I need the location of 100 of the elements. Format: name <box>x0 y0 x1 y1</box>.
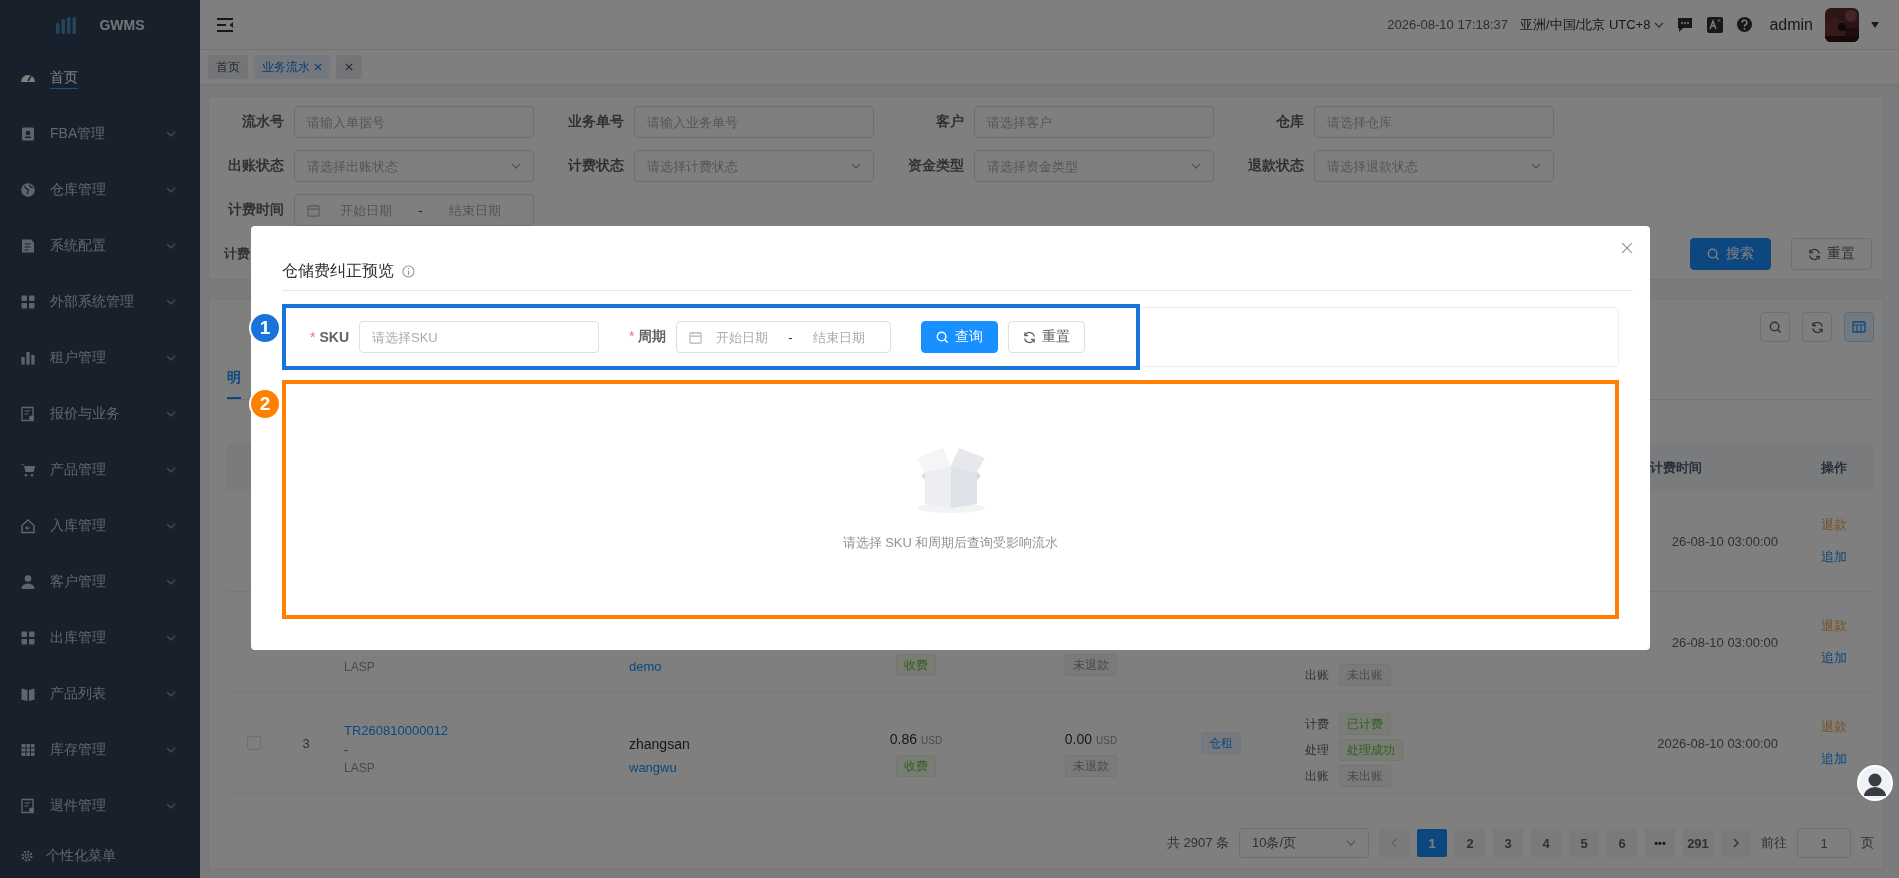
menu-icon[interactable] <box>216 16 234 33</box>
amount-value: 0.00 <box>1064 731 1093 747</box>
menu-item[interactable]: 仓库管理 <box>0 162 200 218</box>
close-icon[interactable] <box>314 63 322 71</box>
menu-item[interactable]: 租户管理 <box>0 330 200 386</box>
menu-item[interactable]: 外部系统管理 <box>0 274 200 330</box>
caret-icon <box>851 161 861 171</box>
field-label: 资金类型 <box>907 157 964 175</box>
caret-icon[interactable] <box>1871 21 1879 28</box>
cart-icon <box>20 462 36 478</box>
status-label: 出账 <box>1305 666 1330 684</box>
action-link[interactable]: 追加 <box>1820 750 1847 768</box>
menu-item[interactable]: 首页 <box>0 50 200 106</box>
empty-message: 请选择 SKU 和周期后查询受影响流水 <box>842 533 1059 552</box>
refresh-button[interactable] <box>1802 312 1832 342</box>
home-icon <box>20 518 36 534</box>
field-label: 退款状态 <box>1247 157 1304 175</box>
order-link[interactable]: TR260810000012 <box>344 723 601 738</box>
menu-item[interactable]: FBA管理 <box>0 106 200 162</box>
page-button[interactable]: 291 <box>1683 829 1713 857</box>
amount-value: 0.86 <box>889 731 918 747</box>
field-label: * 周期 <box>629 328 667 346</box>
page-button[interactable]: 2 <box>1455 829 1485 857</box>
reset-button[interactable]: 重置 <box>1008 321 1086 353</box>
menu-item[interactable]: 报价与业务 <box>0 386 200 442</box>
menu-item[interactable]: 入库管理 <box>0 498 200 554</box>
field-label: 仓库 <box>1275 113 1304 131</box>
date-range-field[interactable]: 开始日期 - 结束日期 <box>676 321 892 353</box>
tag[interactable]: 业务流水 <box>254 55 330 79</box>
action-link[interactable]: 退款 <box>1820 617 1847 635</box>
cell-text: 2026-08-10 03:00:00 <box>1657 735 1778 751</box>
timezone-select[interactable]: 亚洲/中国/北京 UTC+8 <box>1520 15 1665 34</box>
search-icon <box>936 330 950 344</box>
status-label: 处理 <box>1305 741 1330 759</box>
search-icon <box>1768 320 1782 334</box>
customer-name: zhangsan <box>629 736 691 752</box>
chevron-right-icon <box>1732 838 1740 848</box>
calendar-icon <box>689 330 703 344</box>
translate-icon[interactable] <box>1706 15 1725 34</box>
range-separator: - <box>417 202 424 218</box>
columns-button[interactable] <box>1844 312 1874 342</box>
avatar-icon[interactable] <box>1857 765 1893 801</box>
table-icon <box>20 742 36 758</box>
caret-icon <box>511 161 521 171</box>
tag[interactable]: 首页 <box>208 55 248 79</box>
field-label: 流水号 <box>241 113 284 131</box>
cell-text: - <box>344 742 350 757</box>
user-link[interactable]: demo <box>629 659 831 674</box>
tab[interactable]: 明 <box>227 359 241 399</box>
caret-icon <box>1531 161 1541 171</box>
action-link[interactable]: 退款 <box>1820 516 1847 534</box>
action-link[interactable]: 追加 <box>1820 649 1847 667</box>
page-button[interactable]: 6 <box>1607 829 1637 857</box>
cell-text: 26-08-10 03:00:00 <box>1671 533 1778 549</box>
menu-item[interactable]: 出库管理 <box>0 610 200 666</box>
globe-icon <box>20 182 36 198</box>
status-tag: 收费 <box>896 755 936 777</box>
help-icon[interactable] <box>1736 16 1754 33</box>
status-tag: 处理成功 <box>1339 739 1403 761</box>
menu-item[interactable]: 产品管理 <box>0 442 200 498</box>
column-header: 计费时间 <box>1649 458 1703 477</box>
row-number: 3 <box>302 735 310 751</box>
document-icon <box>20 798 36 814</box>
reset-button[interactable]: 重置 <box>1791 238 1872 270</box>
goto-label: 页 <box>1861 834 1874 852</box>
search-button[interactable]: 搜索 <box>1690 238 1771 270</box>
columns-icon <box>1852 320 1866 334</box>
menu-item[interactable]: 库存管理 <box>0 722 200 778</box>
menu-item[interactable]: 系统配置 <box>0 218 200 274</box>
input-field[interactable]: 请选择SKU <box>359 321 599 353</box>
user-name: admin <box>1769 15 1813 34</box>
close-icon[interactable] <box>345 63 353 71</box>
user-link[interactable]: wangwu <box>629 760 831 775</box>
action-link[interactable]: 退款 <box>1820 718 1847 736</box>
page-button[interactable]: 3 <box>1493 829 1523 857</box>
search-icon <box>1707 247 1720 261</box>
menu-item[interactable]: 产品列表 <box>0 666 200 722</box>
customize-menu-link[interactable]: 个性化菜单 <box>0 834 200 878</box>
end-date-input[interactable]: 结束日期 <box>798 329 879 345</box>
page-button[interactable]: 5 <box>1569 829 1599 857</box>
search-button[interactable] <box>1760 312 1790 342</box>
field-label: * SKU <box>310 329 349 345</box>
page-size-select[interactable]: 10条/页 <box>1239 828 1369 858</box>
start-date-input[interactable]: 开始日期 <box>702 329 783 345</box>
cell-text: 26-08-10 03:00:00 <box>1671 634 1778 650</box>
action-link[interactable]: 追加 <box>1820 548 1847 566</box>
more-pages-button[interactable]: ••• <box>1645 829 1675 857</box>
page-input[interactable]: 1 <box>1797 828 1851 858</box>
close-icon[interactable] <box>1621 242 1633 254</box>
menu-item[interactable]: 退件管理 <box>0 778 200 834</box>
search-button[interactable]: 查询 <box>921 321 999 353</box>
field-label: 业务单号 <box>567 113 624 131</box>
type-tag: 仓租 <box>1201 732 1241 754</box>
page-button[interactable]: 1 <box>1417 829 1447 857</box>
menu-item[interactable]: 客户管理 <box>0 554 200 610</box>
status-label: 计费 <box>1305 715 1330 733</box>
chat-icon[interactable] <box>1676 15 1695 34</box>
next-page-button[interactable] <box>1721 829 1751 857</box>
page-button[interactable]: 4 <box>1531 829 1561 857</box>
grid-icon <box>20 294 36 310</box>
